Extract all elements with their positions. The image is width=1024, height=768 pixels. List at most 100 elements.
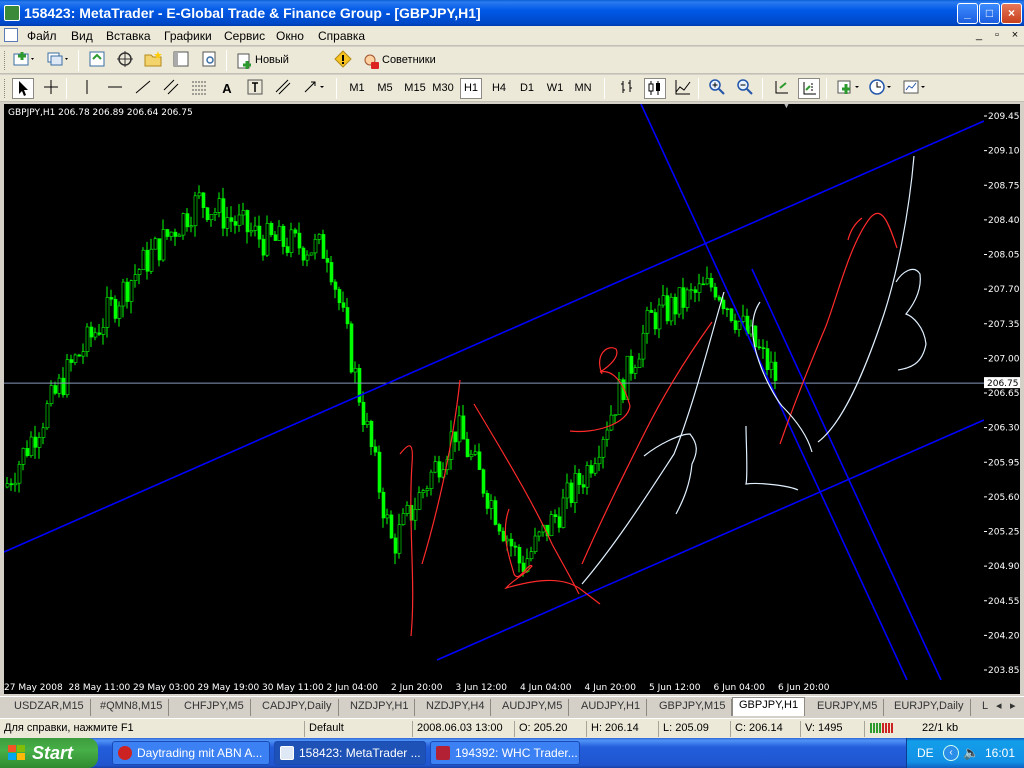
timeframe-d1[interactable]: D1 <box>516 78 538 99</box>
navigator-icon[interactable] <box>114 50 136 71</box>
mdi-close-button[interactable]: × <box>1008 29 1022 43</box>
minimize-button[interactable]: _ <box>957 3 978 24</box>
whc-trader-icon <box>436 746 450 760</box>
auto-scroll-icon[interactable] <box>770 78 792 99</box>
toolbar-grip[interactable] <box>4 51 7 70</box>
candle-body <box>721 299 726 310</box>
taskbar-item-metatrader[interactable]: 158423: MetaTrader ... <box>274 741 426 765</box>
tab-qmn8-m15[interactable]: #QMN8,M15 <box>94 699 170 716</box>
volume-icon[interactable]: 🔈 <box>963 745 979 761</box>
timeframe-m5[interactable]: M5 <box>374 78 396 99</box>
text-label-icon[interactable] <box>244 78 266 99</box>
price-axis[interactable]: 209.45 209.10 208.75 208.40 208.05 207.70 207.… <box>984 104 1020 680</box>
tab-scroll-right-icon[interactable]: ▸ <box>1008 699 1018 716</box>
zoom-out-icon[interactable] <box>734 78 756 99</box>
menu-tools[interactable]: Сервис <box>224 29 265 43</box>
language-indicator[interactable]: DE <box>917 746 934 760</box>
candlestick-icon[interactable] <box>644 78 666 99</box>
timeframe-mn[interactable]: MN <box>572 78 594 99</box>
periods-dropdown-icon[interactable] <box>866 78 896 99</box>
channel-lower-line <box>436 419 984 661</box>
tab-usdzar-m15[interactable]: USDZAR,M15 <box>8 699 91 716</box>
white-pen-drawings <box>581 155 927 585</box>
fibonacci-icon[interactable] <box>188 78 210 99</box>
strategy-tester-icon[interactable] <box>198 50 220 71</box>
tab-cadjpy-daily[interactable]: CADJPY,Daily <box>256 699 339 716</box>
timeframe-h1[interactable]: H1 <box>460 78 482 99</box>
mdi-minimize-button[interactable]: _ <box>972 29 986 43</box>
tab-gbpjpy-m15[interactable]: GBPJPY,M15 <box>653 699 733 716</box>
candle-body <box>437 461 442 478</box>
templates-dropdown-icon[interactable] <box>900 78 930 99</box>
tray-back-icon[interactable]: ‹ <box>943 745 959 761</box>
menu-charts[interactable]: Графики <box>164 29 212 43</box>
expert-advisors-button[interactable]: Советники <box>360 50 442 71</box>
tab-nzdjpy-h4[interactable]: NZDJPY,H4 <box>420 699 492 716</box>
tab-nzdjpy-h1[interactable]: NZDJPY,H1 <box>344 699 416 716</box>
close-button[interactable]: × <box>1001 3 1022 24</box>
chart-shift-icon[interactable] <box>798 78 820 99</box>
timeframe-m30[interactable]: M30 <box>430 78 456 99</box>
new-chart-icon[interactable] <box>10 50 38 71</box>
clock[interactable]: 16:01 <box>985 746 1015 760</box>
menu-file[interactable]: Файл <box>27 29 57 43</box>
mdi-restore-button[interactable]: ▫ <box>990 29 1004 43</box>
warning-icon[interactable] <box>332 50 354 71</box>
trendline-icon[interactable] <box>132 78 154 99</box>
menu-insert[interactable]: Вставка <box>106 29 151 43</box>
candle-body <box>185 213 190 228</box>
pitchfork-icon[interactable] <box>272 78 294 99</box>
timeframe-m15[interactable]: M15 <box>402 78 428 99</box>
metatrader-app-icon[interactable] <box>4 5 20 21</box>
timeframe-w1[interactable]: W1 <box>544 78 566 99</box>
time-label: 6 Jun 04:00 <box>714 683 766 693</box>
taskbar-item-whc-trader[interactable]: 194392: WHC Trader... <box>430 741 580 765</box>
start-button[interactable]: Start <box>0 738 98 768</box>
crosshair-icon[interactable] <box>40 78 62 99</box>
line-chart-icon[interactable] <box>672 78 694 99</box>
menu-view[interactable]: Вид <box>71 29 93 43</box>
folder-icon[interactable] <box>142 50 164 71</box>
text-tool-button[interactable]: A <box>216 78 238 99</box>
timeframe-h4[interactable]: H4 <box>488 78 510 99</box>
toolbar-grip[interactable] <box>4 79 7 98</box>
candle-body <box>201 192 206 209</box>
candle-body <box>401 513 406 525</box>
tab-scroll-left-icon[interactable]: ◂ <box>994 699 1004 716</box>
new-order-button[interactable]: Новый Ордер <box>233 50 325 87</box>
price-label: 207.00 <box>988 354 1020 364</box>
tab-eurjpy-m5[interactable]: EURJPY,M5 <box>811 699 885 716</box>
taskbar-item-browser[interactable]: Daytrading mit ABN A... <box>112 741 270 765</box>
time-axis[interactable]: 27 May 2008 28 May 11:00 29 May 03:00 29 Ma… <box>4 680 1020 694</box>
tab-overflow[interactable]: L <box>976 699 994 716</box>
channel-icon[interactable] <box>160 78 182 99</box>
vertical-line-icon[interactable] <box>76 78 98 99</box>
cursor-icon[interactable] <box>12 78 34 99</box>
candle-body <box>329 262 334 283</box>
candle-body <box>289 229 294 253</box>
tab-gbpjpy-h1[interactable]: GBPJPY,H1 <box>732 697 806 716</box>
menu-window[interactable]: Окно <box>276 29 304 43</box>
document-icon[interactable] <box>4 28 18 42</box>
indicators-dropdown-icon[interactable] <box>834 78 864 99</box>
chart-drag-marker[interactable]: ▼ <box>782 104 791 110</box>
tab-audjpy-m5[interactable]: AUDJPY,M5 <box>496 699 570 716</box>
tab-eurjpy-daily[interactable]: EURJPY,Daily <box>888 699 971 716</box>
candle-body <box>453 431 458 443</box>
tab-chfjpy-m5[interactable]: CHFJPY,M5 <box>178 699 251 716</box>
timeframe-m1[interactable]: M1 <box>346 78 368 99</box>
profiles-icon[interactable] <box>44 50 72 71</box>
price-chart[interactable]: GBPJPY,H1 206.78 206.89 206.64 206.75 ▼ <box>4 104 984 680</box>
maximize-button[interactable]: □ <box>979 3 1000 24</box>
terminal-icon[interactable] <box>170 50 192 71</box>
arrows-dropdown-icon[interactable] <box>300 78 328 99</box>
menu-help[interactable]: Справка <box>318 29 365 43</box>
zoom-in-icon[interactable] <box>706 78 728 99</box>
tab-audjpy-h1[interactable]: AUDJPY,H1 <box>575 699 648 716</box>
candle-body <box>637 358 642 368</box>
title-bar[interactable]: 158423: MetaTrader - E-Global Trade & Fi… <box>0 0 1024 26</box>
candle-body <box>397 524 402 554</box>
bar-chart-icon[interactable] <box>616 78 638 99</box>
horizontal-line-icon[interactable] <box>104 78 126 99</box>
market-watch-icon[interactable] <box>86 50 108 71</box>
